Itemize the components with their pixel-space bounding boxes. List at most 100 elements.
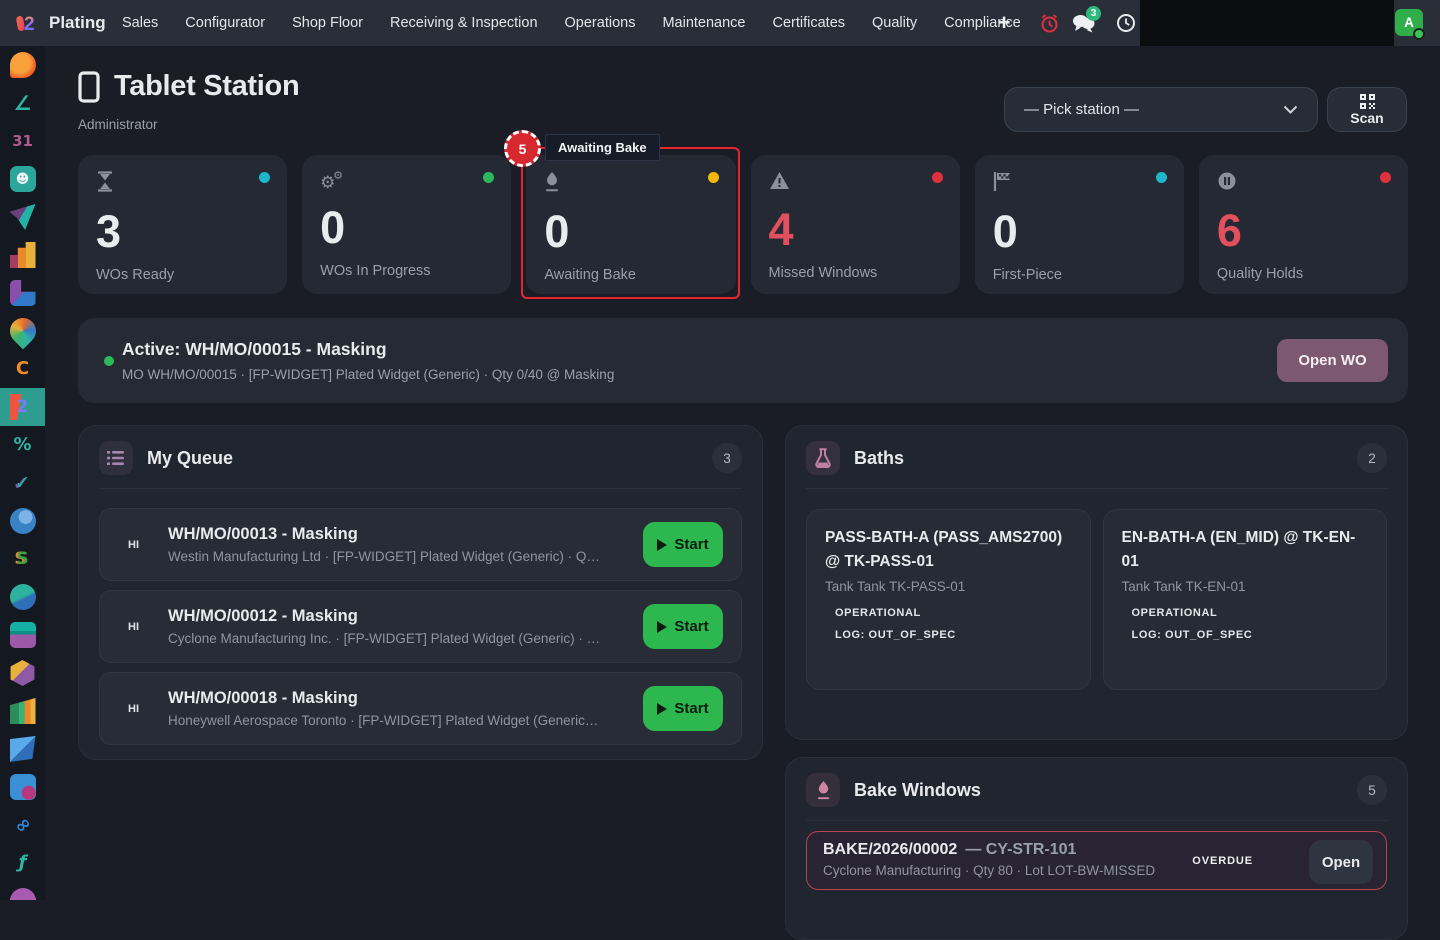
priority-badge: HI [128,702,139,715]
status-dot [259,172,271,183]
queue-item[interactable]: HI WH/MO/00013 - Masking Westin Manufact… [99,508,742,581]
queue-item[interactable]: HI WH/MO/00012 - Masking Cyclone Manufac… [99,590,742,663]
start-button[interactable]: Start [643,604,723,649]
crm-app-icon[interactable] [0,198,45,236]
bake-ref: BAKE/2026/00002 [823,841,958,858]
bath-card[interactable]: EN-BATH-A (EN_MID) @ TK-EN-01 Tank Tank … [1102,509,1387,690]
stat-value: 0 [544,206,570,257]
bath-tank: Tank Tank TK-EN-01 [1121,579,1246,595]
stat-card-missed-windows[interactable]: 4 Missed Windows [750,155,960,294]
baths-panel: Baths 2 PASS-BATH-A (PASS_AMS2700) @ TK-… [785,425,1408,740]
stat-card-quality-holds[interactable]: 6 Quality Holds [1198,155,1409,294]
nav-item-certificates[interactable]: Certificates [772,15,845,31]
brand-name: Plating [49,13,106,32]
activities-clock-icon[interactable] [1037,0,1061,46]
queue-item-subtitle: Westin Manufacturing Ltd · [FP-WIDGET] P… [168,549,600,564]
gears-icon: ⚙ ⚙ [320,169,344,193]
presentation-app-icon[interactable] [0,730,45,768]
sales-app-app-icon[interactable]: % [0,426,45,464]
discuss-app-icon[interactable] [0,46,45,84]
open-wo-button[interactable]: Open WO [1277,339,1388,382]
stat-card-wos-in-progress[interactable]: ⚙ ⚙ 0 WOs In Progress [302,155,512,294]
start-button[interactable]: Start [643,522,723,567]
bath-status-badge: OPERATIONAL [835,607,921,620]
my-queue-panel: My Queue 3 HI WH/MO/00013 - Masking West… [78,425,763,760]
top-navbar: 2 Plating Sales Configurator Shop Floor … [0,0,1440,46]
stat-label: Missed Windows [768,265,878,281]
status-dot [1155,172,1167,183]
stat-label: WOs In Progress [320,263,431,279]
stat-label: Quality Holds [1216,266,1304,282]
stat-label: First-Piece [992,267,1062,283]
marketing-app-icon[interactable]: C [0,350,45,388]
pick-station-select[interactable]: — Pick station — [1004,87,1318,132]
scan-label: Scan [1350,109,1384,126]
links-app-icon[interactable]: ∞ [0,806,45,844]
website-app-icon[interactable] [0,578,45,616]
messages-count-badge: 3 [1086,6,1101,21]
svg-text:2: 2 [24,14,35,35]
open-button[interactable]: Open [1309,840,1373,884]
bath-card[interactable]: PASS-BATH-A (PASS_AMS2700) @ TK-PASS-01 … [806,509,1091,690]
som-badge-5: 5 [504,130,541,167]
stat-value: 0 [992,206,1018,257]
stat-card-wos-ready[interactable]: 3 WOs Ready [78,155,288,294]
play-icon [657,620,668,633]
queue-item-subtitle: Cyclone Manufacturing Inc. · [FP-WIDGET]… [168,631,601,646]
nav-item-shop-floor[interactable]: Shop Floor [292,15,363,31]
warning-triangle-icon [769,172,789,189]
stat-label: WOs Ready [96,267,175,283]
calendar-app-icon[interactable]: 31 [0,122,45,160]
apps-more-app-icon[interactable] [0,882,45,900]
flask-icon [806,441,840,475]
bake-windows-count-badge: 5 [1357,775,1387,805]
add-icon[interactable]: + [993,0,1015,46]
quality-app-app-icon[interactable] [0,768,45,806]
contacts-app-icon[interactable]: ☻ [0,160,45,198]
nav-item-operations[interactable]: Operations [565,15,636,31]
pick-station-value: — Pick station — [1024,101,1140,118]
scan-button[interactable]: Scan [1327,87,1407,132]
field-service-app-icon[interactable] [0,312,45,350]
inventory-app-icon[interactable] [0,654,45,692]
recent-clock-icon[interactable] [1114,0,1138,46]
stat-value: 6 [1216,205,1242,256]
plating-logo-icon: 2 [16,14,35,35]
timesheets-app-icon[interactable] [0,502,45,540]
nav-item-configurator[interactable]: Configurator [185,15,265,31]
bath-status-badge: OPERATIONAL [1131,607,1218,620]
baths-title: Baths [854,447,905,468]
start-button[interactable]: Start [643,686,723,731]
overdue-badge: OVERDUE [1192,855,1253,867]
status-dot [1380,172,1392,183]
knowledge-app-icon[interactable]: ∠ [0,84,45,122]
tablet-icon [78,70,100,103]
app-brand[interactable]: 2 Plating [14,0,106,46]
messages-icon[interactable]: 3 [1069,0,1101,46]
todo-app-icon[interactable]: ✓ [0,464,45,502]
stat-card-first-piece[interactable]: 0 First-Piece [974,155,1184,294]
nav-item-maintenance[interactable]: Maintenance [662,15,745,31]
nav-dark-panel [1140,0,1394,46]
plating-app-icon[interactable]: 2 [0,388,45,426]
clock-icon [1117,14,1135,32]
stat-label: Awaiting Bake [544,267,636,283]
payroll-app-icon[interactable] [0,616,45,654]
play-icon [657,538,668,551]
nav-item-sales[interactable]: Sales [122,15,158,31]
sign-app-icon[interactable]: ƒ [0,844,45,882]
nav-item-quality[interactable]: Quality [872,15,917,31]
bake-window-item[interactable]: BAKE/2026/00002 — CY-STR-101 Cyclone Manu… [806,831,1387,890]
bake-windows-title: Bake Windows [854,779,981,800]
spreadsheet-app-icon[interactable] [0,236,45,274]
accounting-app-icon[interactable] [0,692,45,730]
stat-card-awaiting-bake[interactable]: 0 Awaiting Bake [526,155,736,294]
stat-value: 4 [768,204,794,255]
subscriptions-app-icon[interactable]: S [0,540,45,578]
dashboards-app-icon[interactable] [0,274,45,312]
nav-item-receiving-inspection[interactable]: Receiving & Inspection [390,15,538,31]
queue-item[interactable]: HI WH/MO/00018 - Masking Honeywell Aeros… [99,672,742,745]
page-title: Tablet Station [114,70,300,102]
checkered-flag-icon [993,172,1010,191]
hourglass-icon [98,171,112,192]
